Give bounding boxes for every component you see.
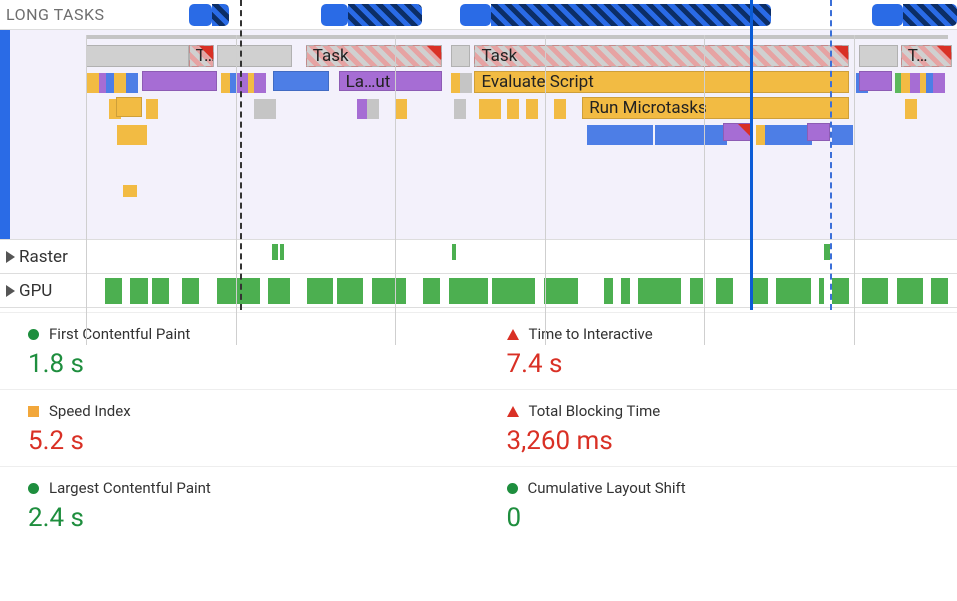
metric-value: 7.4 s — [507, 349, 938, 379]
raster-row[interactable]: Raster — [0, 240, 957, 274]
raster-label: Raster — [19, 247, 68, 267]
gpu-label: GPU — [19, 281, 52, 301]
main-thread-track[interactable]: T… Task Task T… La…ut — [0, 30, 957, 240]
metric-value: 5.2 s — [28, 426, 459, 456]
status-bad-icon — [507, 329, 519, 340]
metric-fcp[interactable]: First Contentful Paint 1.8 s — [0, 312, 479, 389]
long-tasks-track[interactable] — [181, 4, 957, 26]
metric-name: Time to Interactive — [529, 325, 653, 343]
metric-name: Speed Index — [49, 402, 131, 420]
task-bar[interactable]: T… — [189, 45, 214, 67]
metric-value: 3,260 ms — [507, 426, 938, 456]
status-good-icon — [28, 329, 39, 340]
status-good-icon — [507, 483, 518, 494]
metric-name: Cumulative Layout Shift — [528, 479, 686, 497]
metrics-grid: First Contentful Paint 1.8 s Time to Int… — [0, 308, 957, 543]
metric-name: Largest Contentful Paint — [49, 479, 211, 497]
task-bar[interactable]: Task — [306, 45, 442, 67]
status-good-icon — [28, 483, 39, 494]
gpu-track[interactable] — [96, 278, 957, 304]
status-avg-icon — [28, 406, 39, 417]
run-microtasks-bar[interactable]: Run Microtasks — [582, 97, 849, 119]
gpu-row[interactable]: GPU — [0, 274, 957, 308]
expand-icon — [6, 285, 15, 297]
metric-name: First Contentful Paint — [49, 325, 190, 343]
raster-track[interactable] — [96, 244, 957, 270]
metric-name: Total Blocking Time — [529, 402, 661, 420]
status-bad-icon — [507, 406, 519, 417]
metric-cls[interactable]: Cumulative Layout Shift 0 — [479, 466, 957, 543]
metric-si[interactable]: Speed Index 5.2 s — [0, 389, 479, 466]
metric-value: 0 — [507, 503, 938, 533]
expand-icon — [6, 251, 15, 263]
metric-tti[interactable]: Time to Interactive 7.4 s — [479, 312, 957, 389]
metric-value: 2.4 s — [28, 503, 459, 533]
evaluate-script-bar[interactable]: Evaluate Script — [474, 71, 849, 93]
metric-tbt[interactable]: Total Blocking Time 3,260 ms — [479, 389, 957, 466]
metric-value: 1.8 s — [28, 349, 459, 379]
layout-bar[interactable]: La…ut — [339, 71, 442, 91]
metric-lcp[interactable]: Largest Contentful Paint 2.4 s — [0, 466, 479, 543]
task-bar[interactable]: Task — [474, 45, 849, 67]
long-tasks-row: LONG TASKS — [0, 0, 957, 30]
task-bar[interactable]: T… — [901, 45, 953, 67]
raster-expand[interactable]: Raster — [6, 247, 96, 267]
gpu-expand[interactable]: GPU — [6, 281, 96, 301]
long-tasks-label: LONG TASKS — [6, 5, 171, 24]
main-track-handle[interactable] — [0, 30, 10, 239]
